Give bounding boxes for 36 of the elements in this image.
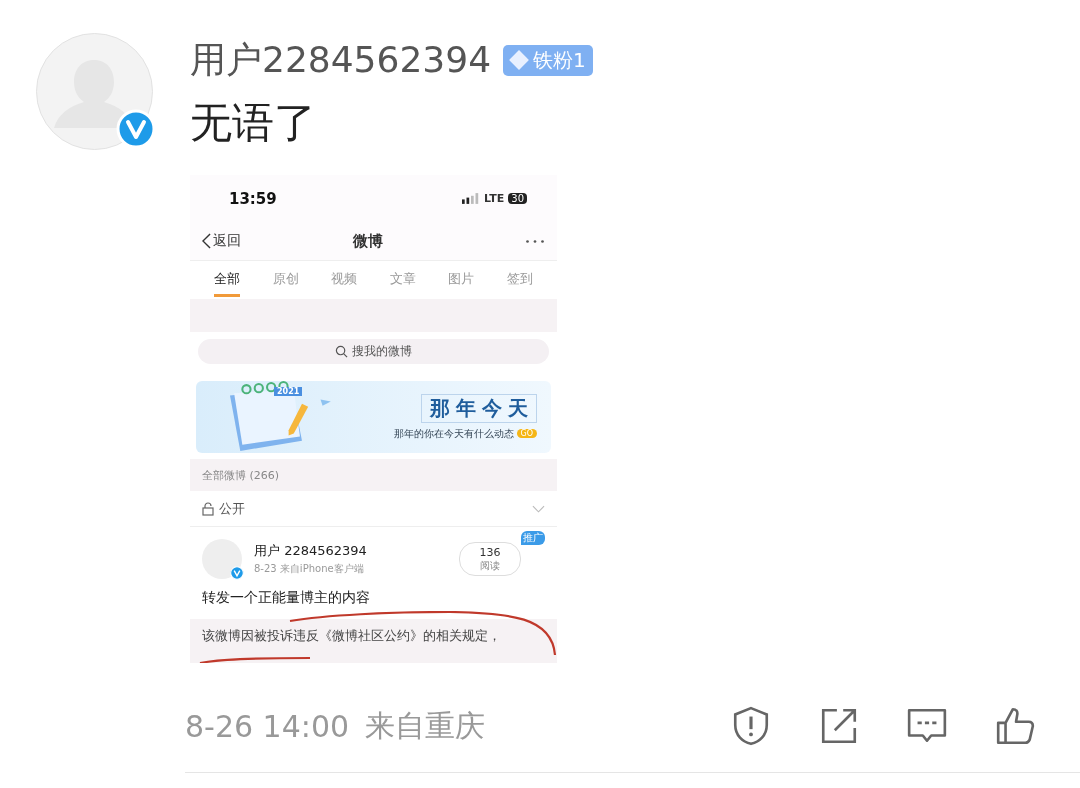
comment-text: 无语了 (190, 97, 317, 149)
fan-badge-label: 铁粉1 (533, 46, 586, 74)
read-count: 136 (479, 547, 501, 560)
signal-icon (462, 193, 481, 204)
search-placeholder: 搜我的微博 (352, 343, 412, 360)
avatar[interactable] (202, 539, 242, 579)
like-icon[interactable] (994, 705, 1036, 747)
search-icon (335, 345, 348, 358)
read-label: 阅读 (480, 559, 500, 571)
network-label: LTE (484, 192, 505, 205)
battery-level: 30 (508, 193, 527, 204)
tab[interactable]: 全部 (214, 263, 241, 297)
removal-notice: 该微博因被投诉违反《微博社区公约》的相关规定， (190, 619, 557, 663)
diamond-icon (508, 49, 531, 71)
post-time: 8-26 14:00 (185, 708, 350, 744)
more-icon[interactable] (525, 238, 545, 244)
chevron-left-icon (202, 233, 211, 249)
banner-title: 那年今天 (421, 393, 537, 423)
username[interactable]: 用户 2284562394 (254, 542, 367, 560)
lock-icon (202, 501, 214, 516)
year-label: 2021 (274, 387, 303, 396)
read-count-button[interactable]: 136 阅读 (459, 542, 521, 576)
banner-subtitle: 那年的你在今天有什么动态 (393, 426, 514, 441)
page-title: 微博 (353, 231, 383, 251)
post-location: 来自重庆 (365, 706, 486, 745)
status-time: 13:59 (229, 189, 277, 208)
promote-badge: 推广 (521, 531, 545, 545)
username[interactable]: 用户2284562394 (190, 35, 492, 85)
visibility-filter[interactable]: 公开 (219, 499, 245, 518)
screenshot-image[interactable]: 13:59 LTE 30 返回 微博 全部 原创 视频 文章 图片 签到 搜我的微博 2021 那年今天 那年的你在今天有什么动态 GO 全部微博 (266) 公开 用户 2284562394 8-23 来自iPhone客户端 136 阅读 推广 转发一个正能量博主的内容 该微博因被投诉违反《微博社区公约》的相关规定， (190, 175, 557, 663)
post-meta: 8-23 来自iPhone客户端 (254, 562, 365, 576)
back-button[interactable]: 返回 (202, 232, 241, 250)
search-field[interactable]: 搜我的微博 (198, 339, 549, 364)
post-text: 转发一个正能量博主的内容 (202, 589, 371, 607)
section-header: 全部微博 (266) (190, 459, 557, 491)
memories-banner[interactable]: 2021 那年今天 那年的你在今天有什么动态 GO (196, 381, 551, 453)
